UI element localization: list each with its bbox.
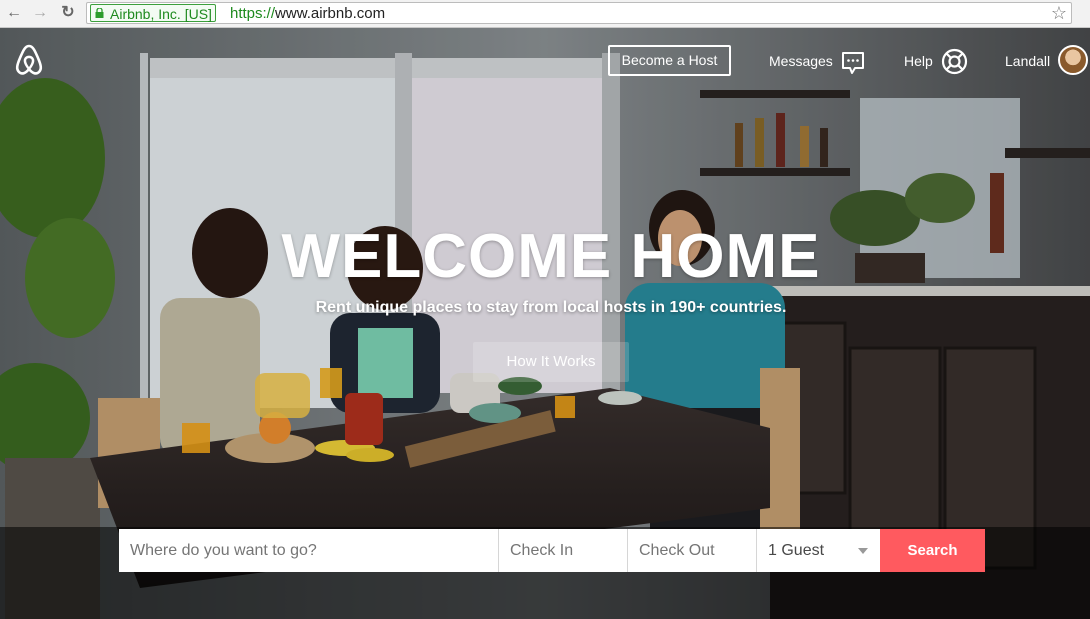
bookmark-star-icon[interactable]: ☆ — [1051, 3, 1067, 23]
url-host: www.airbnb.com — [275, 5, 386, 22]
dropdown-caret-icon — [858, 548, 868, 554]
back-arrow-icon[interactable]: ← — [4, 3, 24, 23]
guests-value: 1 Guest — [768, 542, 825, 559]
forward-arrow-icon[interactable]: → — [30, 3, 50, 23]
become-host-button[interactable]: Become a Host — [608, 45, 731, 76]
lifebuoy-icon[interactable] — [941, 48, 968, 75]
url-scheme: https:// — [230, 5, 276, 22]
destination-input[interactable] — [119, 529, 499, 572]
search-button[interactable]: Search — [880, 529, 985, 572]
check-in-input[interactable] — [499, 529, 628, 572]
guests-select[interactable]: 1 Guest — [757, 529, 880, 572]
url-text[interactable]: https://www.airbnb.com — [230, 4, 385, 23]
hero-subtitle: Rent unique places to stay from local ho… — [315, 299, 787, 316]
ev-org-name: Airbnb, Inc. [US] — [110, 6, 212, 22]
airbnb-logo-icon[interactable] — [14, 43, 44, 77]
user-name-link[interactable]: Landall — [1005, 52, 1050, 70]
chat-bubble-icon[interactable] — [840, 50, 866, 76]
hero-title: WELCOME HOME — [281, 222, 821, 291]
address-bar[interactable]: Airbnb, Inc. [US] https://www.airbnb.com… — [86, 2, 1072, 24]
lock-icon — [95, 8, 104, 18]
ev-certificate-badge[interactable]: Airbnb, Inc. [US] — [90, 4, 216, 22]
messages-link[interactable]: Messages — [769, 52, 833, 70]
reload-icon[interactable]: ↻ — [58, 3, 78, 23]
help-link[interactable]: Help — [904, 52, 933, 70]
how-it-works-button[interactable]: How It Works — [473, 342, 629, 382]
user-avatar[interactable] — [1058, 45, 1088, 75]
browser-toolbar: ← → ↻ Airbnb, Inc. [US] https://www.airb… — [0, 0, 1090, 28]
check-out-input[interactable] — [628, 529, 757, 572]
